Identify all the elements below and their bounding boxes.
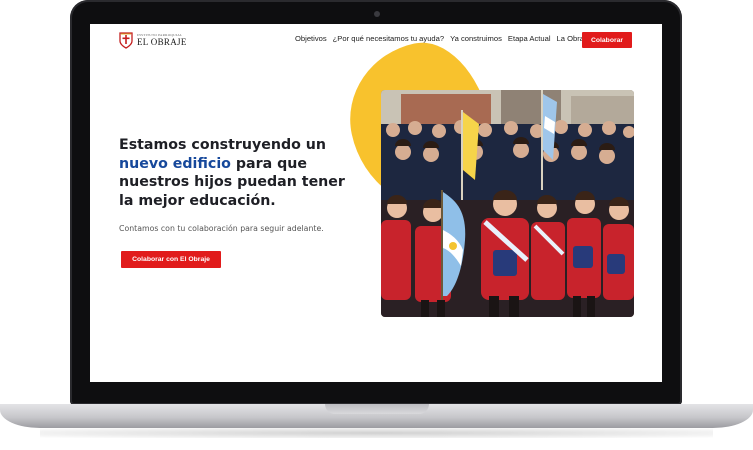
hero-subtitle: Contamos con tu colaboración para seguir… — [119, 224, 324, 233]
hero-title: Estamos construyendo un nuevo edificio p… — [119, 136, 364, 210]
site-logo[interactable]: INSTITUTO PARROQUIAL EL OBRAJE — [119, 32, 187, 49]
camera-dot-icon — [374, 11, 380, 17]
colaborar-con-el-obraje-button[interactable]: Colaborar con El Obraje — [121, 251, 221, 268]
school-crest-icon — [119, 32, 133, 49]
logo-name: EL OBRAJE — [137, 36, 187, 47]
website-screen: INSTITUTO PARROQUIAL EL OBRAJE Objetivos… — [90, 24, 662, 382]
nav-etapa-actual[interactable]: Etapa Actual — [508, 34, 551, 43]
main-nav: Objetivos ¿Por qué necesitamos tu ayuda?… — [295, 34, 584, 43]
nav-la-obra[interactable]: La Obra — [557, 34, 584, 43]
laptop-shadow — [40, 428, 713, 438]
hero-title-start: Estamos construyendo un — [119, 137, 327, 153]
hero-photo — [381, 90, 634, 317]
students-photo-illustration — [381, 90, 634, 317]
hero-title-highlight: nuevo edificio — [119, 155, 231, 172]
nav-objetivos[interactable]: Objetivos — [295, 34, 327, 43]
laptop-notch — [325, 404, 429, 414]
colaborar-button[interactable]: Colaborar — [582, 32, 632, 48]
nav-ya-construimos[interactable]: Ya construimos — [450, 34, 502, 43]
nav-por-que-necesitamos[interactable]: ¿Por qué necesitamos tu ayuda? — [333, 34, 444, 43]
